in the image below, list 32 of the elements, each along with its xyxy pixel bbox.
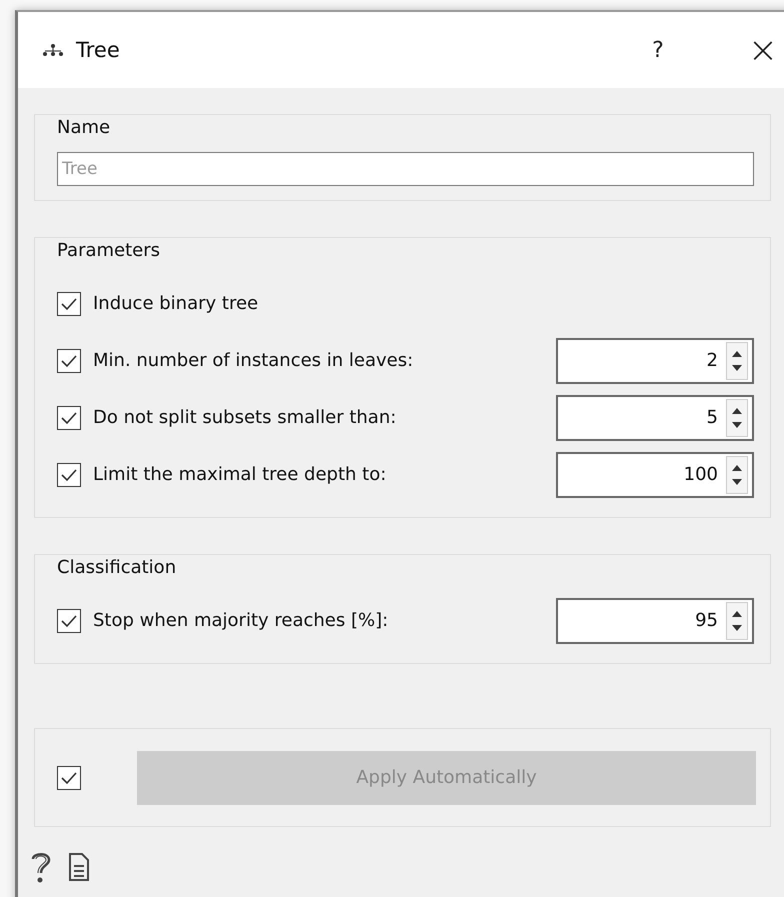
group-title: Parameters — [57, 240, 162, 261]
checkbox[interactable] — [57, 608, 81, 632]
spin-value: 2 — [706, 350, 718, 371]
option-label: Induce binary tree — [93, 293, 260, 314]
window-title: Tree — [76, 38, 121, 62]
option-label: Min. number of instances in leaves: — [93, 350, 414, 371]
group-title: Name — [57, 117, 112, 138]
checkbox[interactable] — [57, 406, 81, 430]
document-icon[interactable] — [68, 852, 90, 882]
spin-box[interactable]: 95 — [556, 598, 754, 644]
checkbox[interactable] — [57, 766, 81, 790]
spin-box[interactable]: 2 — [556, 338, 754, 384]
option-label: Do not split subsets smaller than: — [93, 407, 398, 428]
option-label: Stop when majority reaches [%]: — [93, 610, 390, 631]
spin-arrows-icon[interactable] — [726, 342, 748, 380]
spin-box[interactable]: 100 — [556, 452, 754, 498]
help-button[interactable]: ? — [652, 38, 664, 62]
name-field[interactable]: Tree — [57, 152, 754, 186]
option-label: Limit the maximal tree depth to: — [93, 464, 388, 485]
spin-value: 100 — [684, 464, 718, 485]
tree-icon — [42, 43, 64, 57]
close-button[interactable]: × — [748, 30, 778, 70]
spin-arrows-icon[interactable] — [726, 602, 748, 640]
checkbox[interactable] — [57, 462, 81, 486]
spin-arrows-icon[interactable] — [726, 398, 748, 436]
checkbox[interactable] — [57, 292, 81, 316]
spin-box[interactable]: 5 — [556, 394, 754, 440]
group-title: Classification — [57, 557, 178, 578]
spin-value: 95 — [695, 610, 718, 631]
spin-arrows-icon[interactable] — [726, 456, 748, 494]
checkbox[interactable] — [57, 348, 81, 372]
spin-value: 5 — [706, 407, 718, 428]
